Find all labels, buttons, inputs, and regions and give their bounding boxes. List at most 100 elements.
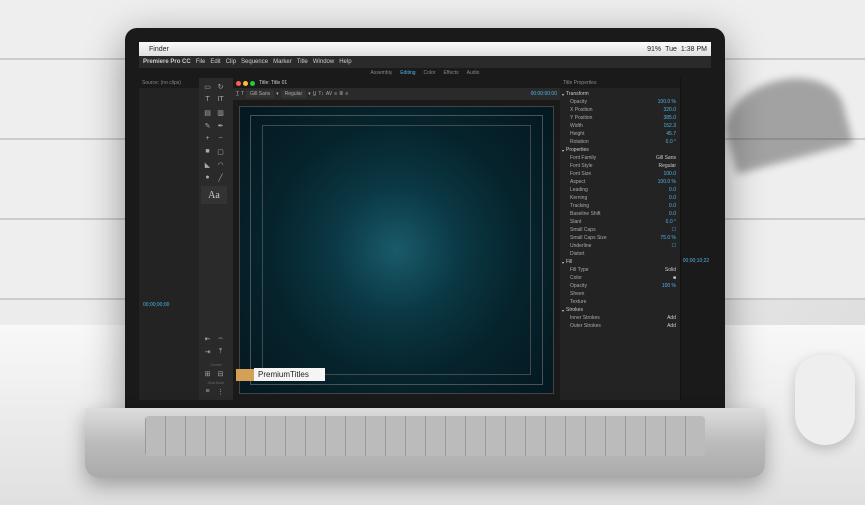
prop-row[interactable]: Slant0.0 ° [562, 218, 678, 226]
tool-tt[interactable]: T̲ [236, 91, 239, 97]
prop-row[interactable]: Color■ [562, 274, 678, 282]
prop-row[interactable]: Height45.7 [562, 130, 678, 138]
tool-kern[interactable]: AV [326, 91, 332, 97]
menu-edit[interactable]: Edit [210, 59, 220, 65]
prop-row[interactable]: Font FamilyGill Sans [562, 154, 678, 162]
center-v[interactable]: ⊟ [214, 367, 227, 380]
program-monitor: 00;00;10;22 [680, 78, 711, 400]
align-t[interactable]: ⤒ [214, 345, 227, 358]
prop-section[interactable]: Transform [562, 90, 678, 98]
ws-assembly[interactable]: Assembly [371, 70, 393, 76]
tool-align-l[interactable]: ≡ [334, 91, 337, 97]
laptop: Finder 91% Tue 1:38 PM Premiere Pro CC F… [85, 28, 765, 478]
prop-row[interactable]: Y Position385.0 [562, 114, 678, 122]
clock-time: 1:38 PM [681, 46, 707, 53]
menu-marker[interactable]: Marker [273, 59, 292, 65]
title-safe [262, 125, 531, 375]
tool-ellipse[interactable]: ● [201, 171, 214, 184]
title-timecode: 00:00:00:00 [531, 91, 557, 97]
prop-row[interactable]: Font Size100.0 [562, 170, 678, 178]
tool-tt2[interactable]: T [241, 91, 244, 97]
tool-align-c[interactable]: ≣ [339, 91, 343, 97]
tool-rect[interactable]: ■ [201, 145, 214, 158]
tool-area-type[interactable]: ▤ [201, 106, 214, 119]
tool-line[interactable]: ╱ [214, 171, 227, 184]
tool-arc[interactable]: ◠ [214, 158, 227, 171]
clock-day: Tue [665, 46, 677, 53]
prop-section[interactable]: Fill [562, 258, 678, 266]
align-c[interactable]: ⇔ [214, 332, 227, 345]
ws-editing[interactable]: Editing [400, 70, 415, 76]
title-text[interactable]: PremiumTitles [254, 368, 325, 381]
tool-vtype[interactable]: IT [214, 93, 227, 106]
tool-u[interactable]: U̲ [313, 91, 317, 97]
app-name: Premiere Pro CC [143, 59, 191, 65]
ws-color[interactable]: Color [424, 70, 436, 76]
prop-row[interactable]: Font StyleRegular [562, 162, 678, 170]
tool-rrect[interactable]: ▢ [214, 145, 227, 158]
source-timecode: 00;00;00;00 [143, 302, 169, 308]
prop-row[interactable]: Opacity100.0 % [562, 98, 678, 106]
prop-row[interactable]: Aspect100.0 % [562, 178, 678, 186]
title-canvas[interactable]: PremiumTitles [233, 100, 560, 400]
prop-row[interactable]: Underline☐ [562, 242, 678, 250]
align-r[interactable]: ⇥ [201, 345, 214, 358]
title-accent-bar[interactable] [236, 369, 254, 381]
tool-add-anchor[interactable]: + [201, 132, 214, 145]
prop-row[interactable]: Fill TypeSolid [562, 266, 678, 274]
tool-varea[interactable]: ▥ [214, 106, 227, 119]
prop-row[interactable]: Small Caps Size75.0 % [562, 234, 678, 242]
prop-row[interactable]: Kerning0.0 [562, 194, 678, 202]
font-weight-select[interactable]: Regular [281, 90, 307, 98]
prop-row[interactable]: Texture [562, 298, 678, 306]
prop-section[interactable]: Strokes [562, 306, 678, 314]
tool-align-r[interactable]: ≡ [345, 91, 348, 97]
menu-sequence[interactable]: Sequence [241, 59, 268, 65]
prop-row[interactable]: Outer StrokesAdd [562, 322, 678, 330]
mouse-prop [795, 355, 855, 445]
prop-row[interactable]: Sheen [562, 290, 678, 298]
align-l[interactable]: ⇤ [201, 332, 214, 345]
dist-h[interactable]: ≡ [201, 385, 214, 398]
prop-row[interactable]: Distort [562, 250, 678, 258]
tool-wedge[interactable]: ◣ [201, 158, 214, 171]
title-tab[interactable]: Title: Title 01 [259, 80, 287, 86]
prop-row[interactable]: Small Caps☐ [562, 226, 678, 234]
tool-rotate[interactable]: ↻ [214, 80, 227, 93]
title-tools: ▭↻ TIT ▤▥ ✎✒ +− ■▢ ◣◠ ●╱ Aa ⇤⇔ ⇥⤒ Center… [199, 78, 233, 400]
center-h[interactable]: ⊞ [201, 367, 214, 380]
battery-pct: 91% [647, 46, 661, 53]
dist-v[interactable]: ⋮ [214, 385, 227, 398]
style-preview: Aa [201, 186, 227, 204]
ws-effects[interactable]: Effects [443, 70, 458, 76]
menu-help[interactable]: Help [339, 59, 351, 65]
prop-row[interactable]: Width152.3 [562, 122, 678, 130]
prop-row[interactable]: Leading0.0 [562, 186, 678, 194]
laptop-keyboard [85, 408, 765, 478]
app-menubar: Premiere Pro CC File Edit Clip Sequence … [139, 56, 711, 68]
props-panel-tab[interactable]: Title Properties [560, 78, 680, 88]
menu-title[interactable]: Title [297, 59, 308, 65]
font-family-select[interactable]: Gill Sans [246, 90, 274, 98]
tool-path-type[interactable]: ✎ [201, 119, 214, 132]
prop-section[interactable]: Properties [562, 146, 678, 154]
tool-type[interactable]: T [201, 93, 214, 106]
source-panel-tab[interactable]: Source: (no clips) [139, 78, 199, 88]
menu-clip[interactable]: Clip [226, 59, 236, 65]
prop-row[interactable]: Baseline Shift0.0 [562, 210, 678, 218]
prop-row[interactable]: Tracking0.0 [562, 202, 678, 210]
prop-row[interactable]: X Position320.0 [562, 106, 678, 114]
menubar-app[interactable]: Finder [149, 46, 169, 53]
title-toolbar: T̲ T Gill Sans ▾ Regular ▾ U̲ T↕ AV ≡ ≣ … [233, 88, 560, 100]
menu-window[interactable]: Window [313, 59, 334, 65]
menu-file[interactable]: File [196, 59, 206, 65]
tool-pen[interactable]: ✒ [214, 119, 227, 132]
prop-row[interactable]: Rotation0.0 ° [562, 138, 678, 146]
prop-row[interactable]: Opacity100 % [562, 282, 678, 290]
workspace-bar: Assembly Editing Color Effects Audio [139, 68, 711, 78]
tool-select[interactable]: ▭ [201, 80, 214, 93]
tool-del-anchor[interactable]: − [214, 132, 227, 145]
tool-size[interactable]: T↕ [318, 91, 324, 97]
ws-audio[interactable]: Audio [467, 70, 480, 76]
prop-row[interactable]: Inner StrokesAdd [562, 314, 678, 322]
